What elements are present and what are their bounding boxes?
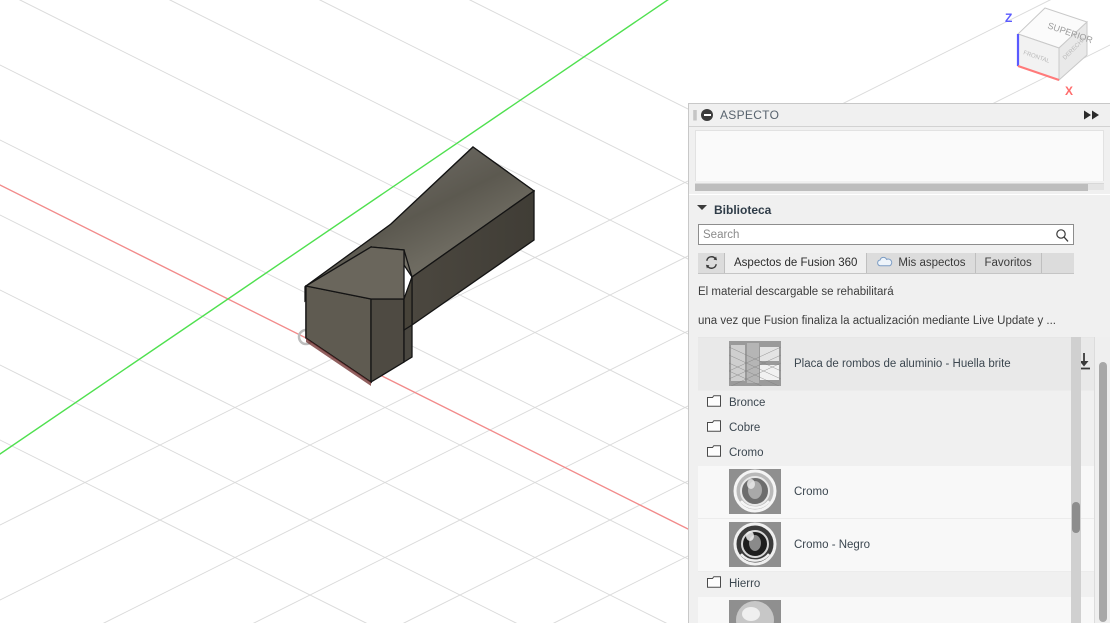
list-item[interactable]: Cromo — [698, 465, 1110, 519]
chrome-black-sphere-thumbnail — [729, 522, 781, 568]
notice-line-2: una vez que Fusion finaliza la actualiza… — [698, 314, 1056, 327]
library-list[interactable]: Placa de rombos de aluminio - Huella bri… — [698, 336, 1110, 623]
tab-label: Mis aspectos — [898, 256, 966, 269]
list-item[interactable]: Cromo — [698, 440, 1110, 466]
folder-icon — [707, 444, 721, 462]
search-input[interactable] — [699, 225, 1073, 245]
tab-label: Aspectos de Fusion 360 — [734, 256, 858, 269]
tab-mis-aspectos[interactable]: Mis aspectos — [867, 253, 976, 273]
library-tabs: Aspectos de Fusion 360 Mis aspectos Favo… — [698, 253, 1074, 274]
appearance-panel: || ASPECTO Biblioteca Search Aspectos de… — [688, 103, 1110, 623]
selected-appearance-preview[interactable] — [695, 130, 1104, 182]
diamond-plate-thumbnail — [729, 341, 781, 387]
viewcube-x-label: X — [1065, 84, 1073, 98]
list-item-label: Cobre — [729, 422, 761, 435]
download-notice: El material descargable se rehabilitará … — [689, 274, 1110, 329]
double-arrow-right-icon[interactable] — [1084, 110, 1102, 120]
list-item-label: Cromo — [729, 447, 764, 460]
cloud-icon — [876, 256, 893, 270]
list-item-label: Placa de rombos de aluminio - Huella bri… — [794, 357, 1011, 370]
list-vertical-scrollbar[interactable] — [1071, 336, 1081, 623]
list-item[interactable]: Cobre — [698, 415, 1110, 441]
list-item[interactable]: Bronce — [698, 390, 1110, 416]
list-item[interactable] — [698, 596, 1110, 623]
panel-title-bar[interactable]: || ASPECTO — [689, 104, 1110, 127]
panel-title: ASPECTO — [720, 108, 780, 122]
list-item[interactable]: Hierro — [698, 571, 1110, 597]
preview-horizontal-scrollbar[interactable] — [695, 183, 1104, 192]
search-icon[interactable] — [1055, 228, 1069, 243]
viewcube[interactable]: SUPERIOR FRONTAL DERECHA Z X — [985, 0, 1110, 108]
iron-sphere-thumbnail — [729, 600, 781, 623]
list-item[interactable]: Cromo - Negro — [698, 518, 1110, 572]
application-window: SUPERIOR FRONTAL DERECHA Z X || ASPECTO — [0, 0, 1110, 623]
folder-icon — [707, 575, 721, 593]
list-item-label: Bronce — [729, 397, 766, 410]
library-list-wrapper: Placa de rombos de aluminio - Huella bri… — [689, 336, 1110, 623]
search-box[interactable] — [698, 224, 1074, 246]
list-item-label: Hierro — [729, 578, 761, 591]
search-row — [689, 224, 1110, 246]
list-item-label: Cromo — [794, 485, 829, 498]
chrome-sphere-thumbnail — [729, 469, 781, 515]
library-section-label: Biblioteca — [714, 203, 772, 218]
triangle-down-icon[interactable] — [697, 205, 707, 216]
tab-favoritos[interactable]: Favoritos — [975, 253, 1042, 273]
refresh-icon[interactable] — [698, 253, 725, 273]
folder-icon — [707, 394, 721, 412]
drag-grip-icon[interactable]: || — [691, 109, 698, 122]
folder-icon — [707, 419, 721, 437]
notice-line-1: El material descargable se rehabilitará — [698, 285, 894, 298]
list-item[interactable]: Placa de rombos de aluminio - Huella bri… — [698, 337, 1110, 391]
tab-label: Favoritos — [984, 256, 1032, 269]
library-section-header[interactable]: Biblioteca — [689, 195, 1110, 224]
tab-aspectos-de-fusion-360[interactable]: Aspectos de Fusion 360 — [725, 253, 868, 273]
list-item-label: Cromo - Negro — [794, 538, 871, 551]
minus-circle-icon[interactable] — [701, 109, 713, 121]
viewcube-z-label: Z — [1005, 11, 1012, 25]
panel-vertical-scrollbar[interactable] — [1094, 336, 1110, 623]
